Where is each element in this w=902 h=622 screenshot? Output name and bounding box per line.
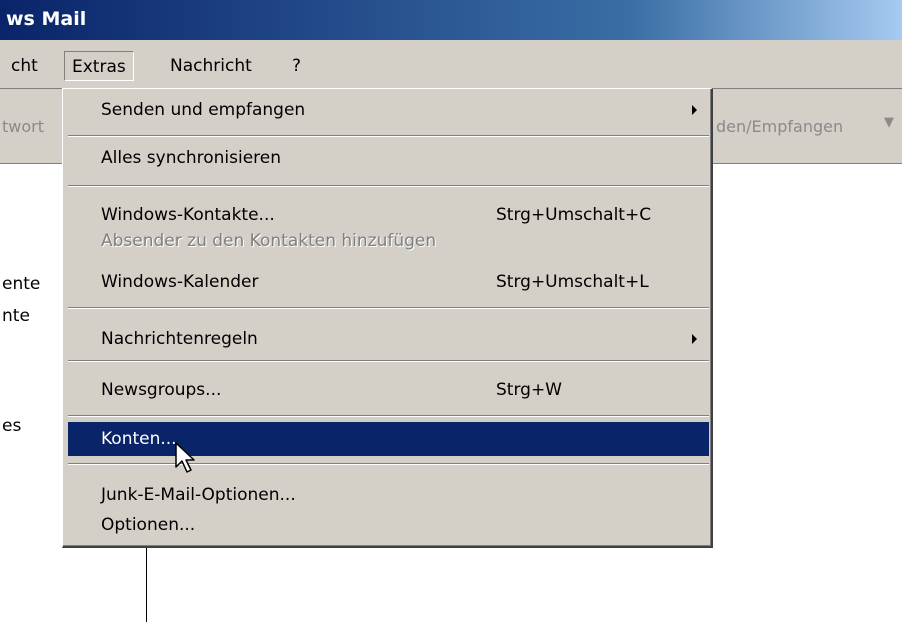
window-title: ws Mail [6,8,87,30]
menu-extras[interactable]: Extras [64,51,134,81]
menu-item-label: Optionen... [101,515,196,535]
menu-item-label: Junk-E-Mail-Optionen... [101,485,296,505]
submenu-arrow-icon [692,105,697,115]
menu-item-shortcut: Strg+Umschalt+L [496,272,649,292]
menu-item-label: Windows-Kalender [101,272,259,292]
submenu-arrow-icon [692,334,697,344]
menu-item-shortcut: Strg+W [496,380,562,400]
toolbar-send-receive-button[interactable]: den/Empfangen [716,117,843,136]
toolbar-reply-button[interactable]: twort [2,117,44,136]
menu-separator [68,415,709,417]
menu-nachricht[interactable]: Nachricht [163,51,259,81]
folder-item[interactable]: ente [2,274,40,294]
menu-item-label: Absender zu den Kontakten hinzufügen [101,231,437,251]
menu-separator [68,185,709,187]
pane-divider [146,548,147,622]
menu-item-send-receive[interactable]: Senden und empfangen [68,93,709,127]
menu-separator [68,307,709,309]
menu-separator [68,360,709,362]
folder-item[interactable]: es [2,416,21,436]
menu-item-label: Newsgroups... [101,380,222,400]
extras-dropdown-menu: Senden und empfangen Alles synchronisier… [62,88,713,548]
menu-separator [68,463,709,465]
menu-item-sync-all[interactable]: Alles synchronisieren [68,141,709,175]
menu-item-add-sender: Absender zu den Kontakten hinzufügen [68,224,709,258]
menu-bar: cht Extras Nachricht ? [0,40,902,89]
menu-item-label: Konten... [101,429,177,449]
menu-separator [68,135,709,137]
menu-ansicht[interactable]: cht [4,51,45,81]
mouse-pointer-icon [175,442,195,473]
menu-item-options[interactable]: Optionen... [68,508,709,542]
menu-item-calendar[interactable]: Windows-Kalender Strg+Umschalt+L [68,265,709,299]
menu-item-label: Nachrichtenregeln [101,329,258,349]
menu-item-newsgroups[interactable]: Newsgroups... Strg+W [68,373,709,407]
dropdown-arrow-icon[interactable]: ▼ [884,115,894,130]
menu-item-label: Senden und empfangen [101,100,306,120]
menu-item-message-rules[interactable]: Nachrichtenregeln [68,322,709,356]
menu-item-label: Alles synchronisieren [101,148,282,168]
title-bar: ws Mail [0,0,902,40]
menu-item-accounts[interactable]: Konten... [68,422,709,456]
menu-item-junk-options[interactable]: Junk-E-Mail-Optionen... [68,478,709,512]
folder-item[interactable]: nte [2,306,30,326]
menu-help[interactable]: ? [285,51,308,81]
